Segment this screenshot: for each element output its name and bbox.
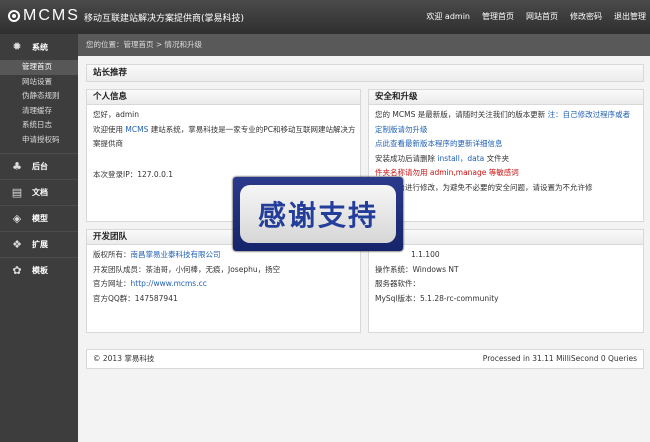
version-status: 您的 MCMS 是最新版，请随时关注我们的版本更新 注：自己修改过程序或者 bbox=[369, 108, 643, 123]
nav-admin-home[interactable]: 管理首页 bbox=[482, 11, 514, 22]
mcms-link[interactable]: MCMS bbox=[125, 125, 148, 134]
sidebar-group-extension[interactable]: ❖ 扩展 bbox=[0, 231, 78, 257]
logo[interactable]: MCMS bbox=[8, 7, 80, 25]
welcome-post: 建站系统，掌易科技是一家专业的PC和移动互联网建站解决方 bbox=[148, 124, 356, 134]
security-title: 安全和升级 bbox=[369, 90, 643, 105]
mysql-version: MySql版本：5.1.28-rc-community bbox=[375, 293, 499, 303]
footer-copyright: © 2013 掌易科技 bbox=[93, 354, 155, 363]
apple-icon: ♣ bbox=[12, 159, 22, 173]
box-icon: ◈ bbox=[12, 211, 22, 225]
welcome-cont: 案提供商 bbox=[93, 139, 123, 148]
greeting: 您好，admin bbox=[93, 110, 139, 119]
official-site-link[interactable]: http://www.mcms.cc bbox=[131, 279, 207, 288]
sidebar-group-system[interactable]: ✹ 系统 bbox=[0, 34, 78, 60]
thanks-text: 感谢支持 bbox=[240, 185, 396, 243]
version-warning: 注：自己修改过程序或者 bbox=[547, 110, 631, 119]
sidebar-group-template[interactable]: ✿ 模板 bbox=[0, 257, 78, 283]
footer: © 2013 掌易科技 Processed in 31.11 MilliSeco… bbox=[86, 349, 644, 369]
install-note: 安装成功后请删除 install，data 文件夹 bbox=[369, 152, 643, 167]
top-bar: MCMS 移动互联建站解决方案提供商(掌易科技) 欢迎 admin 管理首页 网… bbox=[0, 0, 650, 34]
server-os: 操作系统：Windows NT bbox=[375, 264, 459, 274]
sensitive-folder-warning: 件夹名称请勿用 admin,manage 等敏感词 bbox=[375, 168, 519, 177]
copyright-pre: 版权所有： bbox=[93, 250, 131, 259]
security-tip: 以在后台进行修改，为避免不必要的安全问题，请设置为不允许修 bbox=[375, 182, 593, 192]
official-site: 官方网址：http://www.mcms.cc bbox=[87, 277, 360, 292]
footer-processed: Processed in 31.11 MilliSecond 0 Queries bbox=[482, 354, 637, 363]
sidebar-item-admin-home[interactable]: 管理首页 bbox=[0, 60, 78, 75]
sidebar-item-clear-cache[interactable]: 清理缓存 bbox=[0, 104, 78, 119]
thanks-overlay: 感谢支持 bbox=[233, 177, 403, 251]
sidebar-group-label: 系统 bbox=[32, 42, 48, 52]
personal-info-title: 个人信息 bbox=[87, 90, 360, 105]
nav-logout[interactable]: 退出管理 bbox=[614, 11, 646, 22]
version-warning-cont: 定制版请勿升级 bbox=[375, 124, 428, 134]
document-icon: ▤ bbox=[11, 185, 23, 199]
qq-group: 官方QQ群：147587941 bbox=[93, 293, 178, 303]
update-details-link[interactable]: 点此查看最新版本程序的更新详细信息 bbox=[369, 137, 643, 152]
nav-site-home[interactable]: 网站首页 bbox=[526, 11, 558, 22]
site-pre: 官方网址： bbox=[93, 279, 131, 288]
logo-text: MCMS bbox=[23, 7, 80, 24]
app-title: 移动互联建站解决方案提供商(掌易科技) bbox=[84, 14, 245, 24]
install-post: 文件夹 bbox=[484, 153, 510, 163]
sidebar-group-document[interactable]: ▤ 文档 bbox=[0, 179, 78, 205]
install-files: install，data bbox=[437, 153, 485, 163]
install-pre: 安装成功后请删除 bbox=[375, 153, 438, 163]
sidebar-item-system-log[interactable]: 系统日志 bbox=[0, 118, 78, 133]
security-panel: 安全和升级 您的 MCMS 是最新版，请随时关注我们的版本更新 注：自己修改过程… bbox=[368, 89, 644, 222]
sidebar-item-site-settings[interactable]: 网站设置 bbox=[0, 75, 78, 90]
version-text: 您的 MCMS 是最新版，请随时关注我们的版本更新 bbox=[375, 110, 548, 119]
sidebar-group-backend[interactable]: ♣ 后台 bbox=[0, 153, 78, 179]
top-nav: 欢迎 admin 管理首页 网站首页 修改密码 退出管理 bbox=[426, 11, 646, 22]
server-panel: 1.1.100 操作系统：Windows NT 服务器软件： MySql版本：5… bbox=[368, 229, 644, 333]
sidebar-group-label: 扩展 bbox=[32, 240, 48, 249]
server-title bbox=[369, 230, 643, 245]
gear-icon: ✹ bbox=[12, 40, 22, 53]
program-version: 1.1.100 bbox=[411, 250, 440, 259]
recommend-box: 站长推荐 bbox=[86, 64, 644, 82]
welcome-line: 欢迎使用 MCMS 建站系统，掌易科技是一家专业的PC和移动互联网建站解决方 bbox=[87, 123, 360, 138]
sidebar-group-label: 模型 bbox=[32, 214, 48, 223]
sidebar: ✹ 系统 管理首页 网站设置 伪静态规则 清理缓存 系统日志 申请授权码 ♣ 后… bbox=[0, 34, 78, 442]
welcome-pre: 欢迎使用 bbox=[93, 124, 126, 134]
nav-change-password[interactable]: 修改密码 bbox=[570, 11, 602, 22]
sidebar-item-rewrite-rules[interactable]: 伪静态规则 bbox=[0, 89, 78, 104]
welcome-text: 欢迎 admin bbox=[426, 12, 470, 21]
company-link[interactable]: 南昌掌易业泰科技有限公司 bbox=[131, 250, 221, 259]
sidebar-group-label: 模板 bbox=[32, 266, 48, 275]
sidebar-item-license[interactable]: 申请授权码 bbox=[0, 133, 78, 148]
sidebar-group-label: 后台 bbox=[32, 162, 48, 171]
sidebar-group-model[interactable]: ◈ 模型 bbox=[0, 205, 78, 231]
palette-icon: ✿ bbox=[12, 263, 22, 277]
team-members: 开发团队成员：茶油哥，小何棒，无痕，Josephu，扬空 bbox=[93, 264, 281, 274]
logo-ring-icon bbox=[8, 10, 20, 22]
dropbox-icon: ❖ bbox=[12, 237, 22, 251]
sidebar-group-label: 文档 bbox=[32, 188, 48, 197]
recommend-title: 站长推荐 bbox=[87, 65, 643, 81]
server-software: 服务器软件： bbox=[375, 279, 420, 288]
breadcrumb: 您的位置：管理首页 > 情况和升级 bbox=[78, 34, 650, 56]
